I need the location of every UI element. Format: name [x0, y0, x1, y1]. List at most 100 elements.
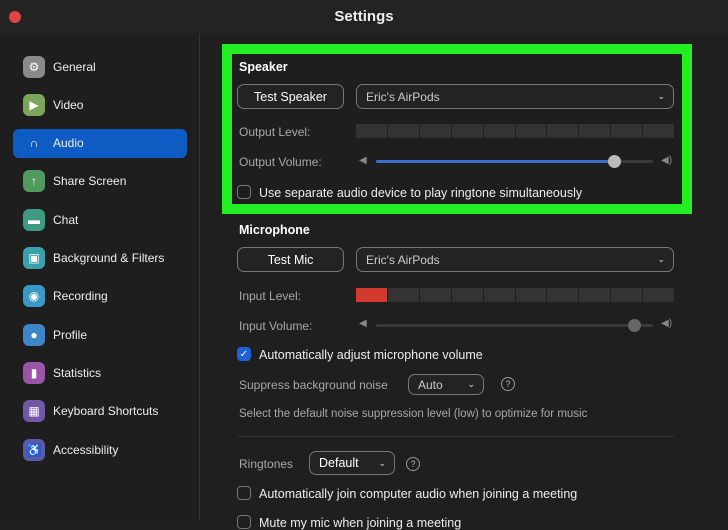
- microphone-heading: Microphone: [239, 223, 310, 237]
- auto-join-audio-checkbox[interactable]: [237, 486, 251, 500]
- level-segment: [547, 124, 579, 138]
- sidebar: ⚙ General ▶ Video ∩ Audio ↑ Share Screen ▬ Chat ▣ B…: [0, 34, 200, 521]
- output-volume-label: Output Volume:: [239, 155, 322, 169]
- chevron-down-icon: ⌄: [657, 91, 665, 101]
- level-segment: [451, 124, 483, 138]
- level-segment: [483, 124, 515, 138]
- sidebar-item-share-screen[interactable]: ↑ Share Screen: [13, 167, 187, 196]
- input-volume-label: Input Volume:: [239, 319, 313, 333]
- sidebar-item-profile[interactable]: ● Profile: [13, 320, 187, 349]
- chat-icon: ▬: [23, 208, 45, 231]
- sidebar-item-label: Video: [53, 97, 84, 112]
- level-segment: [419, 288, 451, 302]
- video-camera-icon: ▶: [23, 93, 45, 116]
- test-mic-button[interactable]: Test Mic: [237, 247, 344, 272]
- sidebar-item-label: General: [53, 59, 96, 74]
- suppress-noise-label: Suppress background noise: [239, 378, 388, 392]
- level-segment: [579, 124, 611, 138]
- input-volume-slider[interactable]: [376, 319, 653, 332]
- test-speaker-button[interactable]: Test Speaker: [237, 84, 344, 109]
- input-level-meter: [356, 288, 675, 302]
- slider-track: [376, 324, 653, 327]
- level-segment: [451, 288, 483, 302]
- level-segment: [356, 288, 387, 302]
- sidebar-item-label: Profile: [53, 327, 88, 342]
- suppress-noise-select[interactable]: Auto ⌄: [408, 374, 484, 395]
- level-segment: [611, 288, 643, 302]
- speaker-low-icon: ◀: [359, 155, 367, 166]
- output-level-label: Output Level:: [239, 125, 311, 139]
- mic-low-icon: ◀: [359, 318, 367, 329]
- level-segment: [547, 288, 579, 302]
- gear-icon: ⚙: [23, 55, 45, 78]
- sidebar-item-label: Share Screen: [53, 174, 127, 189]
- microphone-device-value: Eric's AirPods: [366, 252, 440, 267]
- ringtones-value: Default: [319, 456, 359, 470]
- level-segment: [356, 124, 387, 138]
- share-screen-icon: ↑: [23, 170, 45, 193]
- help-icon[interactable]: ?: [406, 457, 420, 471]
- divider: [238, 436, 674, 437]
- sidebar-item-keyboard-shortcuts[interactable]: ▦ Keyboard Shortcuts: [13, 397, 187, 426]
- mic-high-icon: ◀): [661, 318, 673, 329]
- ringtones-label: Ringtones: [239, 457, 294, 471]
- level-segment: [419, 124, 451, 138]
- input-level-label: Input Level:: [239, 289, 302, 303]
- chevron-down-icon: ⌄: [657, 254, 665, 264]
- auto-adjust-label: Automatically adjust microphone volume: [259, 348, 483, 362]
- sidebar-item-label: Accessibility: [53, 442, 119, 457]
- output-level-meter: [356, 124, 675, 138]
- sidebar-item-statistics[interactable]: ▮ Statistics: [13, 358, 187, 387]
- level-segment: [515, 124, 547, 138]
- profile-icon: ●: [23, 323, 45, 346]
- suppress-noise-value: Auto: [418, 377, 443, 392]
- sidebar-item-label: Chat: [53, 212, 79, 227]
- sidebar-item-label: Statistics: [53, 365, 102, 380]
- level-segment: [579, 288, 611, 302]
- slider-knob[interactable]: [608, 155, 622, 168]
- level-segment: [515, 288, 547, 302]
- chevron-down-icon: ⌄: [378, 457, 386, 468]
- sidebar-item-accessibility[interactable]: ♿ Accessibility: [13, 435, 187, 464]
- level-segment: [643, 124, 675, 138]
- slider-knob[interactable]: [627, 319, 641, 332]
- accessibility-icon: ♿: [23, 438, 45, 461]
- suppress-noise-note: Select the default noise suppression lev…: [239, 408, 588, 420]
- level-segment: [643, 288, 675, 302]
- help-icon[interactable]: ?: [501, 377, 515, 391]
- sidebar-item-general[interactable]: ⚙ General: [13, 52, 187, 81]
- sidebar-item-background-filters[interactable]: ▣ Background & Filters: [13, 244, 187, 273]
- speaker-device-select[interactable]: Eric's AirPods ⌄: [356, 84, 674, 109]
- separate-device-checkbox[interactable]: [237, 185, 251, 199]
- sidebar-item-video[interactable]: ▶ Video: [13, 90, 187, 119]
- speaker-device-value: Eric's AirPods: [366, 89, 440, 104]
- mute-mic-checkbox[interactable]: [237, 515, 251, 529]
- speaker-high-icon: ◀): [661, 155, 673, 166]
- keyboard-icon: ▦: [23, 400, 45, 423]
- recording-icon: ◉: [23, 285, 45, 308]
- speaker-heading: Speaker: [239, 60, 288, 74]
- level-segment: [611, 124, 643, 138]
- level-segment: [387, 288, 419, 302]
- auto-adjust-checkbox[interactable]: ✓: [237, 347, 251, 361]
- sidebar-item-audio[interactable]: ∩ Audio: [13, 128, 187, 158]
- sidebar-item-label: Background & Filters: [53, 251, 165, 265]
- slider-fill: [376, 160, 615, 163]
- background-icon: ▣: [23, 247, 45, 269]
- separate-device-label: Use separate audio device to play ringto…: [259, 186, 583, 200]
- checkmark-icon: ✓: [239, 348, 249, 360]
- level-segment: [483, 288, 515, 302]
- statistics-icon: ▮: [23, 361, 45, 384]
- output-volume-slider[interactable]: [376, 155, 653, 168]
- level-segment: [387, 124, 419, 138]
- microphone-device-select[interactable]: Eric's AirPods ⌄: [356, 247, 674, 272]
- auto-join-audio-label: Automatically join computer audio when j…: [259, 487, 578, 501]
- sidebar-item-label: Recording: [53, 289, 108, 304]
- sidebar-item-chat[interactable]: ▬ Chat: [13, 205, 187, 234]
- headphones-icon: ∩: [29, 136, 39, 151]
- sidebar-item-label: Audio: [53, 136, 84, 151]
- sidebar-item-label: Keyboard Shortcuts: [53, 404, 159, 419]
- ringtones-select[interactable]: Default ⌄: [309, 451, 395, 475]
- sidebar-item-recording[interactable]: ◉ Recording: [13, 282, 187, 311]
- window-title: Settings: [334, 8, 394, 25]
